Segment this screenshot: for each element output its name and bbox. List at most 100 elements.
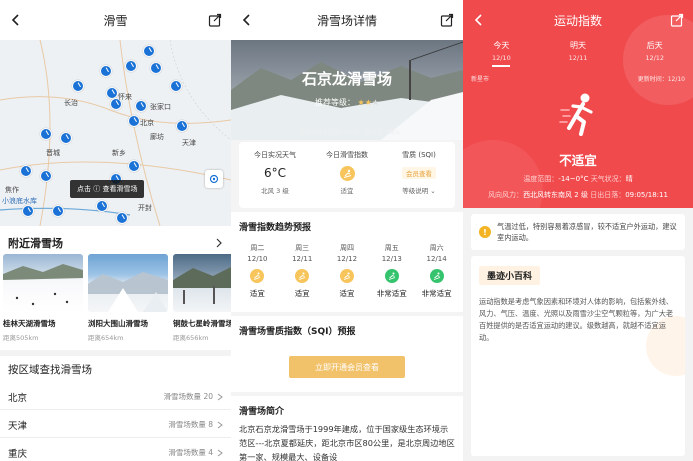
tab-date: 12/10 — [491, 54, 511, 62]
locate-icon[interactable] — [205, 170, 223, 188]
resort-distance: 距离656km — [173, 334, 209, 342]
tab-label: 今天 — [493, 41, 510, 50]
sport-index-screen: 运动指数 今天 12/10 明天 12/11 后天 12/12 新星市 更新时间… — [463, 0, 693, 461]
day-tabs: 今天 12/10 明天 12/11 后天 12/12 — [463, 40, 693, 67]
resort-pin[interactable] — [60, 132, 72, 144]
resort-pin[interactable] — [128, 115, 140, 127]
sport-index-hero: 运动指数 今天 12/10 明天 12/11 后天 12/12 新星市 更新时间… — [463, 0, 693, 208]
region-name: 天津 — [8, 420, 28, 432]
resort-pin[interactable] — [176, 120, 188, 132]
resort-name: 铜鼓七星岭滑雪场 — [173, 319, 231, 328]
resort-pin[interactable] — [22, 205, 34, 217]
mountain-illustration — [231, 41, 463, 140]
skier-icon — [250, 269, 265, 283]
sky-label: 天气状况： — [590, 175, 626, 183]
resort-pin[interactable] — [52, 205, 64, 217]
trend-date: 12/10 — [247, 255, 268, 263]
trend-label: 适宜 — [249, 289, 265, 298]
map-city-label: 张家口 — [150, 103, 171, 111]
sqi-section: 滑雪场雪质指数（SQI）预报 立即开通会员查看 — [231, 316, 463, 392]
resort-pin[interactable] — [72, 80, 84, 92]
resort-pin[interactable] — [125, 60, 137, 72]
resort-pin[interactable] — [150, 62, 162, 74]
back-icon[interactable] — [8, 12, 24, 28]
back-icon[interactable] — [471, 12, 487, 28]
tab-tomorrow[interactable]: 明天 12/11 — [540, 40, 617, 67]
chevron-right-icon[interactable] — [215, 238, 223, 248]
chevron-right-icon — [217, 449, 223, 456]
skier-icon — [429, 269, 444, 283]
weather-line-1: 温度范围：-14~0°C 天气状况：晴 — [463, 174, 693, 184]
share-icon[interactable] — [669, 12, 685, 28]
tab-date: 12/11 — [568, 54, 588, 62]
share-icon[interactable] — [439, 12, 455, 28]
trend-label: 非常适宜 — [376, 289, 407, 298]
resort-pin[interactable] — [170, 80, 182, 92]
map-city-label: 长治 — [64, 99, 78, 107]
trend-weekday: 周六 — [429, 244, 444, 252]
chevron-right-icon — [217, 421, 223, 428]
member-view-tag[interactable]: 会员查看 — [402, 167, 436, 179]
resort-pin[interactable] — [40, 170, 52, 182]
wiki-text: 运动指数是考虑气象因素和环境对人体的影响，包括紫外线、风力、气压、温度、光照以及… — [479, 297, 674, 342]
tab-today[interactable]: 今天 12/10 — [463, 40, 540, 67]
map-tooltip: 点击 ⓘ 查看滑雪场 — [70, 180, 145, 198]
resort-pin[interactable] — [143, 45, 155, 57]
share-icon[interactable] — [207, 12, 223, 28]
region-count: 滑雪场数量 8 — [168, 420, 213, 429]
resort-image — [173, 254, 231, 312]
update-time: 更新时间：12/10 — [637, 76, 685, 83]
skier-icon — [295, 269, 310, 283]
resort-card[interactable]: 铜鼓七星岭滑雪场 距离656km — [173, 254, 231, 346]
resort-intro: 滑雪场简介 北京石京龙滑雪场于1999年建成，位于国家级生态环境示范区---北京… — [231, 396, 463, 461]
trend-date: 12/11 — [292, 255, 313, 263]
tab-day-after[interactable]: 后天 12/12 — [616, 40, 693, 67]
back-icon[interactable] — [239, 12, 255, 28]
trend-weekday: 周四 — [339, 244, 354, 252]
nearby-header[interactable]: 附近滑雪场 — [0, 232, 231, 254]
level-explain-link[interactable]: 等级说明 ⌄ — [383, 185, 455, 195]
trend-day: 周三 12/11 适宜 — [280, 243, 325, 299]
ski-index-title: 今日滑雪指数 — [326, 151, 368, 159]
resort-card[interactable]: 浏阳大围山滑雪场 距离654km — [88, 254, 168, 346]
map-city-label: 小浪底水库 — [2, 197, 37, 205]
trend-date: 12/12 — [336, 255, 358, 263]
resort-pin[interactable] — [116, 212, 128, 224]
wiki-decoration — [646, 316, 685, 376]
join-member-button[interactable]: 立即开通会员查看 — [289, 356, 405, 378]
map-city-label: 北京 — [140, 119, 154, 127]
trend-date: 12/13 — [381, 255, 402, 263]
resort-pin[interactable] — [135, 100, 147, 112]
weather-line-2: 风向风力：西北风转东南风 2 级 日出日落：09:05/18:11 — [463, 190, 693, 200]
wiki-card: 墨迹小百科 运动指数是考虑气象因素和环境对人体的影响，包括紫外线、风力、气压、温… — [471, 256, 685, 456]
sunrise-value: 09:05/18:11 — [625, 191, 668, 199]
page-title: 滑雪 — [103, 13, 128, 28]
trend-label: 适宜 — [339, 289, 355, 298]
trend-title: 滑雪指数趋势预报 — [239, 223, 312, 233]
page-title: 滑雪场详情 — [316, 13, 377, 28]
region-row-beijing[interactable]: 北京 滑雪场数量 20 — [0, 384, 231, 410]
resort-name: 桂林天湖滑雪场 — [3, 319, 56, 328]
divider — [0, 350, 231, 356]
resort-pin[interactable] — [100, 65, 112, 77]
trend-label: 非常适宜 — [421, 289, 452, 298]
ski-map[interactable]: 怀来 张家口 北京 天津 廊坊 长治 晋城 新乡 焦作 小浪底水库 开封 点击 … — [0, 40, 231, 226]
header: 运动指数 — [463, 0, 693, 40]
header: 滑雪场详情 — [231, 0, 463, 40]
star-icon: ★★ — [357, 98, 372, 107]
resort-pin[interactable] — [40, 128, 52, 140]
trend-day: 周六 12/14 非常适宜 — [414, 243, 459, 299]
resort-pin[interactable] — [96, 200, 108, 212]
resort-distance: 距离505km — [3, 334, 39, 342]
region-row-tianjin[interactable]: 天津 滑雪场数量 8 — [0, 412, 231, 438]
resort-pin[interactable] — [128, 160, 140, 172]
wind-value: 西北风转东南风 2 级 — [523, 191, 588, 199]
ski-map-screen: 滑雪 怀来 张家口 北京 天津 廊坊 长治 晋城 新乡 焦作 小浪底水库 开封 … — [0, 0, 231, 461]
region-row-chongqing[interactable]: 重庆 滑雪场数量 4 — [0, 440, 231, 461]
weather-card: 今日实况天气 6°C 北风 3 级 今日滑雪指数 适宜 雪质 (SQI) 会员查… — [239, 142, 455, 208]
sport-verdict: 不适宜 — [559, 153, 597, 168]
star-half-icon: ★ — [371, 98, 380, 107]
map-city-label: 廊坊 — [150, 133, 164, 141]
resort-card[interactable]: 桂林天湖滑雪场 距离505km — [3, 254, 83, 346]
resort-pin[interactable] — [20, 165, 32, 177]
